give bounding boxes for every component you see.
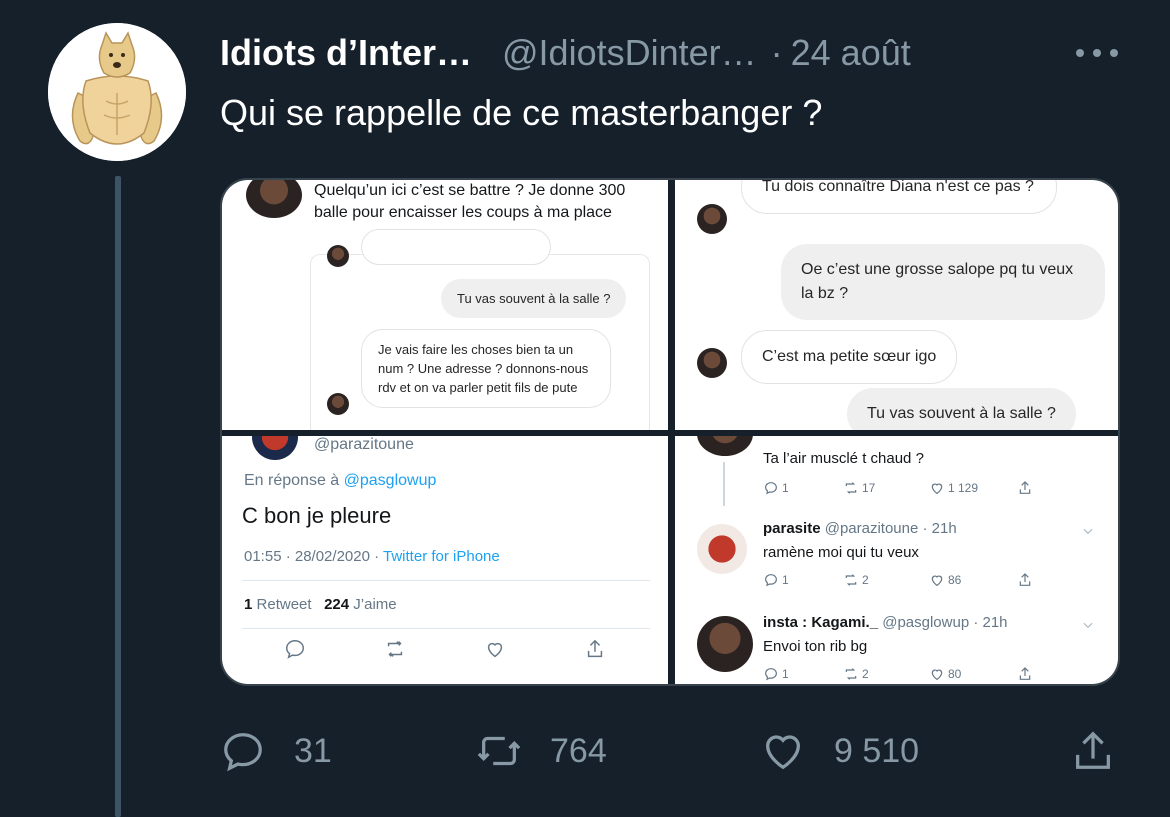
dm-avatar bbox=[327, 393, 349, 415]
retweet-count: 2 bbox=[862, 573, 869, 587]
reply-count: 1 bbox=[782, 573, 789, 587]
spiderman-avatar bbox=[252, 436, 298, 460]
profile-picture bbox=[697, 616, 753, 672]
tweet-header: Idiots d’Inter… @IdiotsDinter… · 24 août bbox=[220, 30, 911, 76]
share-icon bbox=[1019, 667, 1031, 680]
dm-message-3: C’est ma petite sœur igo bbox=[741, 330, 958, 384]
panel-tweet-text: C bon je pleure bbox=[242, 503, 392, 528]
thread-line bbox=[115, 176, 121, 817]
reply-icon bbox=[765, 668, 777, 681]
like-count: 9 510 bbox=[834, 731, 920, 770]
retweet-label: Retweet bbox=[256, 596, 312, 613]
retweet-icon bbox=[845, 668, 857, 680]
dm-avatar bbox=[697, 348, 727, 378]
panel-source: Twitter for iPhone bbox=[383, 548, 500, 565]
divider bbox=[242, 628, 650, 629]
divider bbox=[242, 580, 650, 581]
reply2-name: insta : Kagami._ bbox=[763, 614, 879, 631]
retweet-count: 2 bbox=[862, 667, 869, 681]
dm-avatar bbox=[327, 245, 349, 267]
reply-handle: @pasglowup bbox=[343, 472, 437, 489]
retweet-icon bbox=[845, 482, 857, 494]
spiderman-avatar bbox=[697, 524, 747, 574]
dm-outgoing: Tu vas souvent à la salle ? bbox=[441, 279, 627, 318]
author-avatar[interactable] bbox=[48, 23, 186, 161]
dm-thread-frame: Tu vas souvent à la salle ? Je vais fair… bbox=[310, 229, 650, 430]
reply1-name: parasite bbox=[763, 520, 821, 537]
like-count: 224 bbox=[324, 596, 350, 613]
tweet-text: Qui se rappelle de ce masterbanger ? bbox=[220, 92, 823, 133]
tweet-date[interactable]: 24 août bbox=[791, 32, 911, 74]
reply2-handle: @pasglowup · 21h bbox=[882, 614, 1008, 631]
share-icon bbox=[1019, 481, 1031, 494]
reply-button[interactable]: 31 bbox=[220, 724, 332, 778]
reply2-stats: 1 2 80 bbox=[763, 666, 1036, 682]
reply-prefix: En réponse à bbox=[244, 472, 340, 489]
share-icon bbox=[587, 639, 603, 658]
heart-icon bbox=[931, 669, 943, 681]
buff-doge-avatar-image bbox=[48, 23, 186, 161]
author-handle[interactable]: @IdiotsDinter… bbox=[502, 32, 757, 74]
reply-count: 1 bbox=[782, 667, 789, 681]
media-image-4[interactable]: Ta l’air musclé t chaud ? 1 17 1 129 par… bbox=[675, 436, 1118, 684]
reply-count: 31 bbox=[294, 731, 332, 770]
top-reply-stats: 1 17 1 129 bbox=[763, 480, 1036, 496]
heart-icon bbox=[766, 735, 800, 770]
dm-incoming: Je vais faire les choses bien ta un num … bbox=[361, 329, 611, 408]
reply-icon bbox=[765, 482, 777, 495]
retweet-icon bbox=[387, 641, 403, 657]
reply1-text: ramène moi qui tu veux bbox=[763, 544, 919, 561]
media-image-1[interactable]: Quelqu’un ici c’est se battre ? Je donne… bbox=[222, 180, 668, 430]
tweet-action-bar: 31 764 9 510 bbox=[220, 724, 1120, 778]
reply-icon bbox=[224, 733, 262, 772]
retweet-icon bbox=[477, 736, 521, 766]
like-count: 80 bbox=[948, 667, 962, 681]
heart-icon bbox=[487, 642, 503, 658]
share-button[interactable] bbox=[1070, 724, 1116, 778]
retweet-count: 764 bbox=[550, 731, 607, 770]
like-count: 86 bbox=[948, 573, 962, 587]
retweet-icon bbox=[845, 574, 857, 586]
heart-icon bbox=[931, 483, 943, 495]
profile-picture bbox=[246, 180, 302, 218]
reply-count: 1 bbox=[782, 481, 789, 495]
media-image-2[interactable]: Tu dois connaître Diana n'est ce pas ? O… bbox=[675, 180, 1118, 430]
reply1-handle: @parazitoune · 21h bbox=[824, 520, 957, 537]
dm-message-2: Oe c’est une grosse salope pq tu veux la… bbox=[781, 244, 1105, 320]
more-options-icon[interactable] bbox=[1070, 30, 1124, 76]
panel-time: 01:55 · 28/02/2020 · bbox=[244, 548, 380, 565]
heart-icon bbox=[931, 575, 943, 587]
retweet-button[interactable]: 764 bbox=[476, 724, 607, 778]
reply1-stats: 1 2 86 bbox=[763, 572, 1036, 588]
like-label: J’aime bbox=[353, 596, 397, 613]
dm-avatar bbox=[697, 204, 727, 234]
thread-connector bbox=[723, 462, 725, 506]
like-count: 1 129 bbox=[948, 481, 979, 495]
top-reply-text: Ta l’air musclé t chaud ? bbox=[763, 450, 924, 467]
share-icon bbox=[1019, 573, 1031, 586]
separator-dot: · bbox=[770, 32, 783, 73]
author-name[interactable]: Idiots d’Inter… bbox=[220, 32, 472, 74]
chevron-down-icon bbox=[1083, 528, 1093, 535]
reply-icon bbox=[286, 640, 304, 659]
profile-picture bbox=[697, 436, 753, 456]
reply2-text: Envoi ton rib bg bbox=[763, 638, 868, 655]
panel-action-bar bbox=[222, 638, 668, 668]
dm-bubble-cut bbox=[361, 229, 551, 265]
post-text: Quelqu’un ici c’est se battre ? Je donne… bbox=[314, 182, 626, 221]
share-icon bbox=[1076, 731, 1110, 769]
retweet-count: 1 bbox=[244, 596, 253, 613]
panel-handle: @parazitoune bbox=[314, 436, 414, 453]
chevron-down-icon bbox=[1083, 622, 1093, 629]
dm-message-1: Tu dois connaître Diana n'est ce pas ? bbox=[741, 180, 1057, 214]
retweet-count: 17 bbox=[862, 481, 876, 495]
reply-icon bbox=[765, 574, 777, 587]
like-button[interactable]: 9 510 bbox=[760, 724, 919, 778]
dm-message-4: Tu vas souvent à la salle ? bbox=[847, 388, 1076, 430]
media-image-3[interactable]: @parazitoune En réponse à @pasglowup C b… bbox=[222, 436, 668, 684]
tweet-media-grid[interactable]: Quelqu’un ici c’est se battre ? Je donne… bbox=[220, 178, 1120, 686]
